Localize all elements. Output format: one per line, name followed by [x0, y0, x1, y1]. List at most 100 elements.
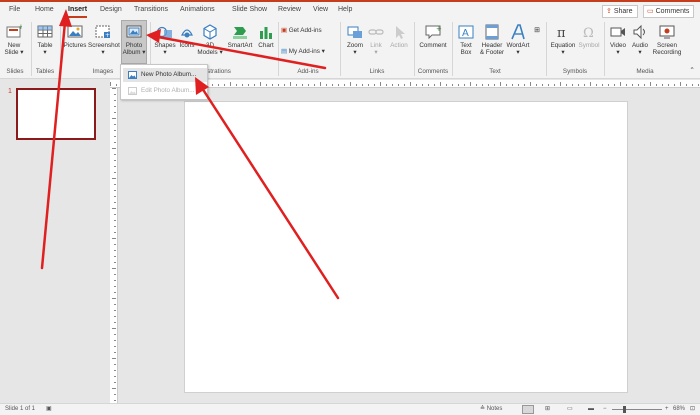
omega-icon: Ω — [583, 26, 594, 41]
slide-thumbnail[interactable] — [16, 88, 96, 140]
tab-insert[interactable]: Insert — [68, 6, 88, 18]
new-slide-button[interactable]: + New Slide ▾ — [4, 23, 24, 56]
ruler-tick — [114, 142, 116, 143]
ruler-tick — [114, 202, 116, 203]
group-label-tables: Tables — [35, 68, 55, 75]
get-addins-button[interactable]: ▣ Get Add-ins — [281, 27, 322, 34]
wordart-button[interactable]: WordArt ▾ — [505, 23, 531, 56]
ruler-tick — [542, 84, 543, 86]
zoom-slider-thumb[interactable] — [623, 406, 626, 413]
slide-canvas[interactable] — [184, 101, 628, 393]
video-button[interactable]: Video ▾ — [607, 23, 629, 56]
ruler-tick — [284, 84, 285, 86]
svg-text:+: + — [105, 32, 110, 39]
ruler-tick — [350, 82, 351, 86]
share-button[interactable]: ⇪ Share — [602, 5, 638, 18]
comments-button[interactable]: ▭ Comments — [643, 5, 695, 18]
ruler-tick — [386, 84, 387, 86]
pictures-button[interactable]: Pictures — [62, 23, 88, 49]
tab-design[interactable]: Design — [100, 6, 122, 13]
tab-animations[interactable]: Animations — [180, 6, 215, 13]
tab-slide-show[interactable]: Slide Show — [232, 6, 267, 13]
screen-recording-button[interactable]: Screen Recording — [652, 23, 682, 56]
notes-button[interactable]: ≙ Notes — [480, 404, 502, 415]
ruler-tick — [114, 94, 116, 95]
ruler-tick — [512, 84, 513, 86]
photo-album-dropdown: New Photo Album... Edit Photo Album... — [120, 64, 208, 100]
ruler-tick — [422, 84, 423, 86]
zoom-button[interactable]: Zoom ▾ — [344, 23, 366, 56]
ruler-tick — [356, 84, 357, 86]
slide-sorter-button[interactable]: ⊞ — [545, 404, 550, 415]
group-divider — [31, 22, 32, 76]
group-label-addins: Add-ins — [297, 68, 319, 75]
reading-view-button[interactable]: ▭ — [567, 404, 573, 415]
normal-view-button[interactable] — [522, 405, 534, 414]
edit-photo-album-item[interactable]: Edit Photo Album... — [123, 84, 207, 98]
3d-models-button[interactable]: 3D Models ▾ — [197, 23, 223, 56]
tab-view[interactable]: View — [313, 6, 328, 13]
tab-help[interactable]: Help — [338, 6, 352, 13]
accessibility-icon[interactable]: ▣ — [46, 404, 52, 415]
text-more-button[interactable]: ⊞ — [532, 27, 542, 34]
ruler-tick — [114, 274, 116, 275]
zoom-in-button[interactable]: + — [665, 404, 669, 415]
symbol-button[interactable]: Ω Symbol — [577, 23, 601, 49]
link-button[interactable]: Link ▾ — [366, 23, 386, 56]
collapse-ribbon-button[interactable]: ⌃ — [688, 67, 696, 74]
ruler-tick — [290, 82, 291, 86]
my-addins-button[interactable]: ▤ My Add-ins ▾ — [281, 48, 325, 55]
zoom-out-button[interactable]: − — [603, 404, 607, 415]
ruler-tick — [368, 84, 369, 86]
share-icon: ⇪ — [606, 8, 614, 15]
zoom-slider[interactable] — [612, 409, 662, 410]
ruler-tick — [578, 84, 579, 86]
ribbon-tab-bar: File Home Insert Design Transitions Anim… — [0, 2, 700, 19]
smartart-icon — [233, 27, 247, 39]
equation-button[interactable]: π Equation ▾ — [549, 23, 577, 56]
store-icon: ▣ — [281, 27, 287, 34]
photo-album-button[interactable]: Photo Album ▾ — [121, 23, 147, 56]
ruler-tick — [112, 148, 116, 149]
ruler-tick — [620, 82, 621, 86]
zoom-level[interactable]: 68% — [673, 404, 685, 415]
chevron-down-icon: ▾ — [101, 49, 105, 56]
audio-button[interactable]: Audio ▾ — [629, 23, 651, 56]
slideshow-view-button[interactable]: ▬ — [588, 404, 594, 415]
pictures-icon — [67, 25, 83, 38]
new-photo-album-item[interactable]: New Photo Album... — [123, 68, 207, 82]
ruler-tick — [434, 84, 435, 86]
fit-slide-button[interactable]: ⊡ — [690, 404, 695, 415]
action-button[interactable]: Action — [387, 23, 411, 49]
tab-file[interactable]: File — [9, 6, 20, 13]
status-bar: Slide 1 of 1 ▣ ≙ Notes ⊞ ▭ ▬ − + 68% ⊡ — [0, 403, 700, 415]
group-divider — [604, 22, 605, 76]
header-footer-button[interactable]: Header & Footer — [478, 23, 506, 56]
ruler-tick — [114, 154, 116, 155]
shapes-button[interactable]: Shapes ▾ — [153, 23, 177, 56]
tab-review[interactable]: Review — [278, 6, 301, 13]
tab-transitions[interactable]: Transitions — [134, 6, 168, 13]
link-icon — [368, 29, 384, 35]
screenshot-button[interactable]: + Screenshot ▾ — [88, 23, 120, 56]
ruler-tick — [446, 84, 447, 86]
smartart-button[interactable]: SmartArt — [224, 23, 256, 49]
ruler-tick — [114, 340, 116, 341]
icons-button[interactable]: Icons — [177, 23, 197, 49]
vertical-ruler — [110, 88, 118, 403]
text-box-button[interactable]: A Text Box — [456, 23, 476, 56]
group-divider — [60, 22, 61, 76]
ruler-tick — [114, 346, 116, 347]
comment-button[interactable]: + Comment — [418, 23, 448, 49]
chevron-down-icon: ▾ — [43, 49, 47, 56]
tab-home[interactable]: Home — [35, 6, 54, 13]
slide-thumbnail-pane: 1 — [0, 80, 108, 403]
ruler-tick — [114, 166, 116, 167]
table-button[interactable]: Table ▾ — [35, 23, 55, 56]
ruler-tick — [476, 84, 477, 86]
zoom-icon — [347, 26, 362, 38]
ruler-tick — [112, 358, 116, 359]
chart-button[interactable]: Chart — [256, 23, 276, 49]
ruler-tick — [554, 84, 555, 86]
ruler-tick — [114, 172, 116, 173]
